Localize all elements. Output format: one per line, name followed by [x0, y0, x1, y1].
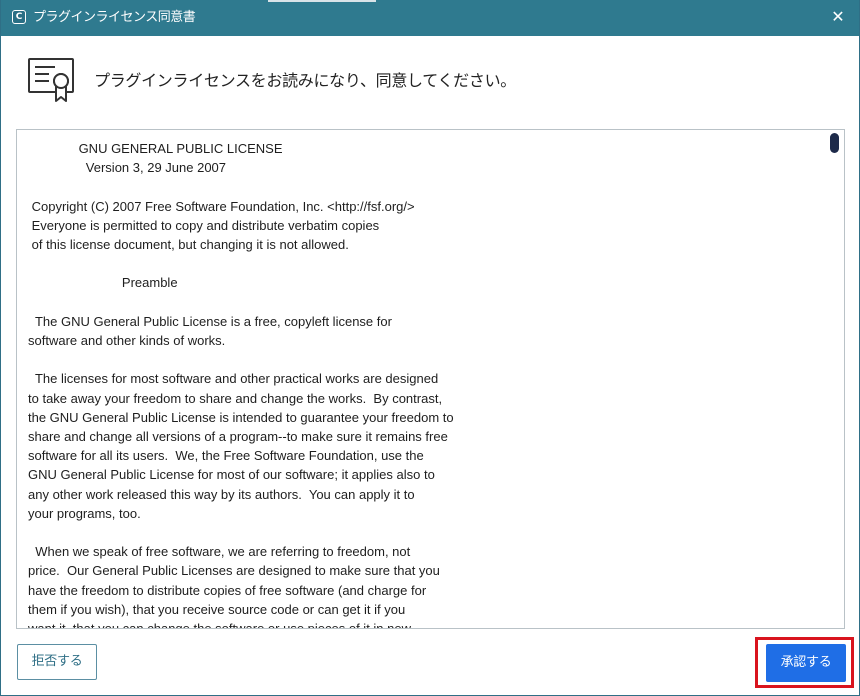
title-bar[interactable]: C プラグインライセンス同意書 ✕: [1, 0, 859, 36]
scrollbar-thumb[interactable]: [830, 133, 839, 153]
close-icon[interactable]: ✕: [829, 8, 847, 26]
dialog-header: プラグインライセンスをお読みになり、同意してください。: [1, 36, 859, 128]
title-bar-accent: [268, 0, 376, 2]
license-text-area[interactable]: GNU GENERAL PUBLIC LICENSE Version 3, 29…: [16, 129, 845, 629]
window-title: プラグインライセンス同意書: [33, 10, 196, 25]
license-scrollbar[interactable]: [828, 131, 842, 627]
decline-button[interactable]: 拒否する: [17, 644, 97, 680]
license-text: GNU GENERAL PUBLIC LICENSE Version 3, 29…: [28, 141, 454, 629]
license-dialog: C プラグインライセンス同意書 ✕ プラグインライセンスをお読みになり、同意して…: [0, 0, 860, 696]
certificate-icon: [28, 58, 74, 102]
app-icon-letter: C: [15, 12, 23, 22]
accept-button[interactable]: 承認する: [766, 644, 846, 682]
app-icon: C: [12, 10, 26, 24]
dialog-heading: プラグインライセンスをお読みになり、同意してください。: [94, 71, 516, 90]
